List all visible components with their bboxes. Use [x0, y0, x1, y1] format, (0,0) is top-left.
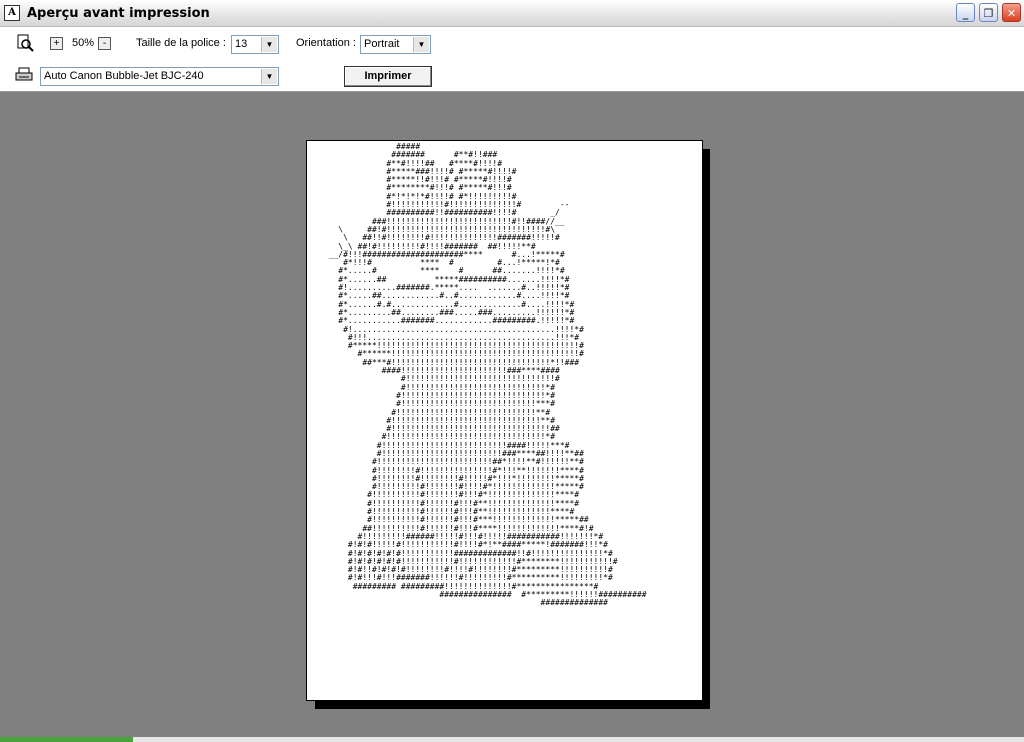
- app-icon: A: [4, 5, 20, 21]
- start-button-edge[interactable]: [0, 737, 133, 742]
- orientation-value: Portrait: [364, 38, 400, 50]
- print-button[interactable]: Imprimer: [344, 66, 432, 87]
- chevron-down-icon: ▼: [261, 37, 277, 52]
- chevron-down-icon: ▼: [413, 37, 429, 52]
- font-size-label: Taille de la police :: [136, 37, 226, 49]
- font-size-select[interactable]: 13 ▼: [231, 35, 279, 54]
- zoom-value: 50%: [72, 37, 95, 49]
- maximize-button[interactable]: ❐: [979, 3, 998, 22]
- zoom-in-button[interactable]: +: [50, 37, 63, 50]
- orientation-select[interactable]: Portrait ▼: [360, 35, 431, 54]
- printer-value: Auto Canon Bubble-Jet BJC-240: [44, 70, 204, 82]
- taskbar-strip: [0, 737, 1024, 742]
- title-bar: A Aperçu avant impression _ ❐ ✕: [0, 0, 1024, 27]
- zoom-out-button[interactable]: -: [98, 37, 111, 50]
- orientation-label: Orientation :: [296, 37, 356, 49]
- printer-glyph-icon: [15, 67, 33, 81]
- ascii-art-preview: ##### ####### #**#!!### #**#!!!!## #****…: [328, 142, 647, 608]
- toolbar: + 50% - Taille de la police : 13 ▼ Orien…: [0, 27, 1024, 92]
- close-button[interactable]: ✕: [1002, 3, 1021, 22]
- printer-icon: [15, 67, 33, 85]
- page-zoom-icon[interactable]: [16, 34, 34, 52]
- printer-select[interactable]: Auto Canon Bubble-Jet BJC-240 ▼: [40, 67, 279, 86]
- preview-page: ##### ####### #**#!!### #**#!!!!## #****…: [306, 140, 703, 701]
- font-size-value: 13: [235, 38, 248, 50]
- chevron-down-icon: ▼: [261, 69, 277, 84]
- magnifier-page-icon: [17, 34, 34, 52]
- window-title: Aperçu avant impression: [27, 6, 210, 21]
- minimize-button[interactable]: _: [956, 3, 975, 22]
